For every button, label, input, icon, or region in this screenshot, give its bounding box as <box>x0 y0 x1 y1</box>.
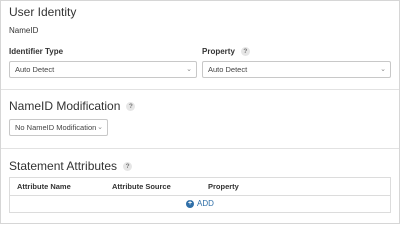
statement-attributes-help-icon[interactable]: ? <box>123 162 133 172</box>
statement-attributes-title-text: Statement Attributes <box>9 159 118 173</box>
column-header-attribute-source: Attribute Source <box>112 182 171 191</box>
property-label: Property? <box>202 47 250 57</box>
statement-attributes-title: Statement Attributes? <box>9 159 133 173</box>
nameid-modification-title-text: NameID Modification <box>9 99 121 113</box>
identifier-type-value: Auto Detect <box>15 65 55 74</box>
user-identity-title: User Identity <box>9 5 77 19</box>
add-label: ADD <box>197 199 214 208</box>
property-label-text: Property <box>202 47 235 56</box>
statement-attributes-table: Attribute Name Attribute Source Property… <box>9 177 391 213</box>
settings-panel: User Identity NameID Identifier Type Pro… <box>0 0 400 224</box>
identifier-type-label: Identifier Type <box>9 47 64 56</box>
section-divider <box>1 89 399 90</box>
section-divider <box>1 148 399 149</box>
chevron-down-icon: ⌄ <box>186 66 192 73</box>
plus-circle-icon: + <box>186 199 195 208</box>
nameid-modification-title: NameID Modification? <box>9 99 136 113</box>
chevron-down-icon: ⌄ <box>97 124 103 131</box>
nameid-modification-value: No NameID Modification <box>15 123 97 132</box>
add-attribute-button[interactable]: + ADD <box>10 196 390 212</box>
identifier-type-select[interactable]: Auto Detect ⌄ <box>9 61 197 78</box>
table-header: Attribute Name Attribute Source Property <box>10 178 390 196</box>
nameid-modification-help-icon[interactable]: ? <box>126 102 136 112</box>
property-help-icon[interactable]: ? <box>240 47 250 57</box>
property-value: Auto Detect <box>208 65 248 74</box>
property-select[interactable]: Auto Detect ⌄ <box>202 61 391 78</box>
nameid-modification-select[interactable]: No NameID Modification ⌄ <box>9 119 108 136</box>
column-header-attribute-name: Attribute Name <box>17 182 71 191</box>
chevron-down-icon: ⌄ <box>380 66 386 73</box>
column-header-property: Property <box>208 182 239 191</box>
nameid-label: NameID <box>9 26 39 35</box>
